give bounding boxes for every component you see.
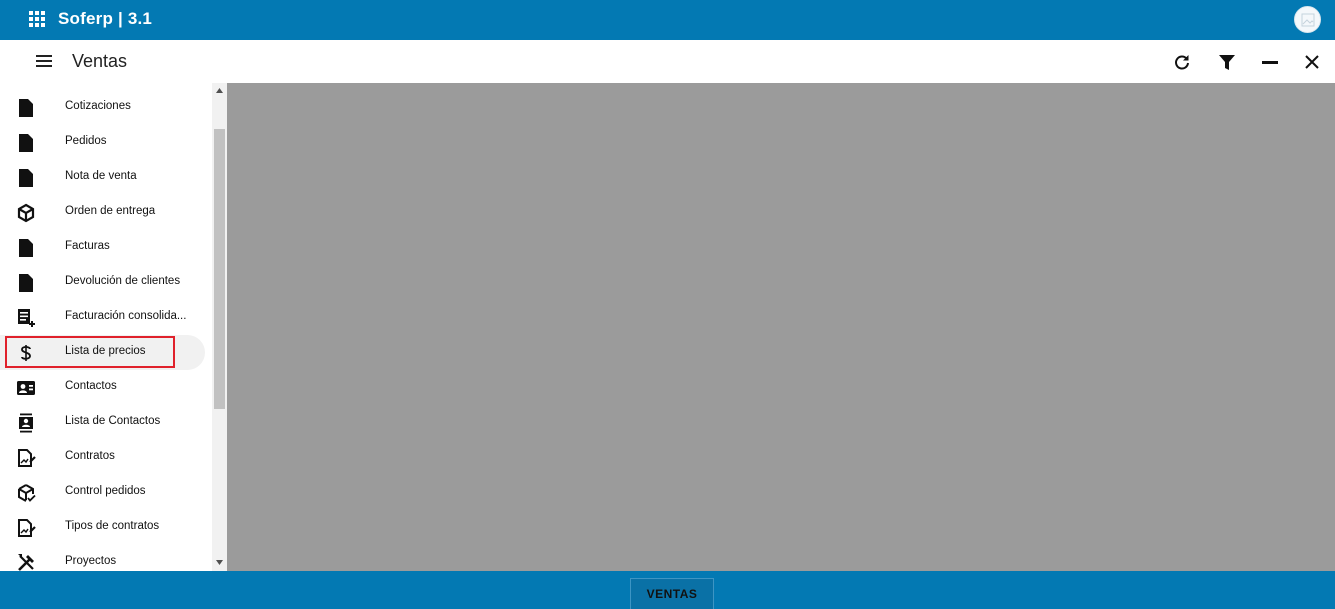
sidebar-item-contactos[interactable]: Contactos: [0, 370, 205, 405]
list-add-icon: [18, 309, 35, 327]
sidebar-item-label: Nota de venta: [65, 170, 137, 182]
sidebar-item-label: Facturas: [65, 240, 110, 252]
document-icon: [19, 99, 33, 117]
document-icon: [19, 134, 33, 152]
sidebar-item-cotizaciones[interactable]: Cotizaciones: [0, 90, 205, 125]
sidebar-item-nota-de-venta[interactable]: Nota de venta: [0, 160, 205, 195]
page-title: Ventas: [72, 51, 128, 71]
sidebar-item-proyectos[interactable]: Proyectos: [0, 545, 205, 571]
close-icon[interactable]: [1303, 53, 1321, 71]
apps-grid-icon[interactable]: [29, 11, 45, 27]
sidebar-item-lista-de-contactos[interactable]: Lista de Contactos: [0, 405, 205, 440]
sidebar-item-label: Control pedidos: [65, 485, 146, 497]
contract-icon: [18, 449, 36, 467]
sidebar-item-devolucion-de-clientes[interactable]: Devolución de clientes: [0, 265, 205, 300]
document-icon: [19, 169, 33, 187]
sidebar: Cotizaciones Pedidos Nota de venta Orden…: [0, 83, 212, 571]
sidebar-item-facturas[interactable]: Facturas: [0, 230, 205, 265]
bottom-bar: VENTAS: [0, 571, 1335, 609]
scroll-up-arrow-icon[interactable]: [216, 88, 223, 93]
sidebar-item-tipos-de-contratos[interactable]: Tipos de contratos: [0, 510, 205, 545]
app-bar: Soferp | 3.1: [0, 0, 1335, 40]
refresh-icon[interactable]: [1173, 53, 1191, 71]
sidebar-item-label: Proyectos: [65, 555, 117, 567]
sidebar-item-label: Lista de Contactos: [65, 415, 161, 427]
menu-icon[interactable]: [36, 54, 52, 68]
minimize-icon[interactable]: [1261, 53, 1279, 71]
contact-card-icon: [17, 381, 35, 395]
document-icon: [19, 274, 33, 292]
filter-icon[interactable]: [1218, 53, 1236, 71]
sidebar-item-label: Contratos: [65, 450, 115, 462]
sidebar-item-control-pedidos[interactable]: Control pedidos: [0, 475, 205, 510]
sidebar-item-label: Facturación consolida...: [65, 310, 187, 322]
tools-icon: [18, 554, 34, 571]
package-check-icon: [18, 484, 36, 502]
sidebar-item-label: Tipos de contratos: [65, 520, 160, 532]
scrollbar-thumb[interactable]: [214, 129, 225, 409]
page-header: Ventas: [0, 40, 1335, 83]
sidebar-item-label: Devolución de clientes: [65, 275, 181, 287]
sidebar-scrollbar[interactable]: [212, 83, 227, 571]
contract-icon: [18, 519, 36, 537]
sidebar-item-label: Pedidos: [65, 135, 107, 147]
scroll-down-arrow-icon[interactable]: [216, 560, 223, 565]
sidebar-item-label: Contactos: [65, 380, 117, 392]
image-placeholder-icon: [1301, 13, 1315, 27]
sidebar-item-pedidos[interactable]: Pedidos: [0, 125, 205, 160]
app-title: Soferp | 3.1: [58, 9, 153, 28]
sidebar-item-contratos[interactable]: Contratos: [0, 440, 205, 475]
sidebar-item-label: Orden de entrega: [65, 205, 156, 217]
selection-highlight: [5, 336, 175, 368]
avatar[interactable]: [1294, 6, 1321, 33]
sidebar-item-orden-de-entrega[interactable]: Orden de entrega: [0, 195, 205, 230]
contact-list-icon: [19, 413, 33, 433]
sidebar-item-label: Cotizaciones: [65, 100, 131, 112]
package-icon: [17, 203, 35, 223]
document-icon: [19, 239, 33, 257]
sidebar-item-facturacion-consolidada[interactable]: Facturación consolida...: [0, 300, 205, 335]
content-area: [227, 83, 1335, 571]
tab-ventas[interactable]: VENTAS: [630, 578, 714, 609]
